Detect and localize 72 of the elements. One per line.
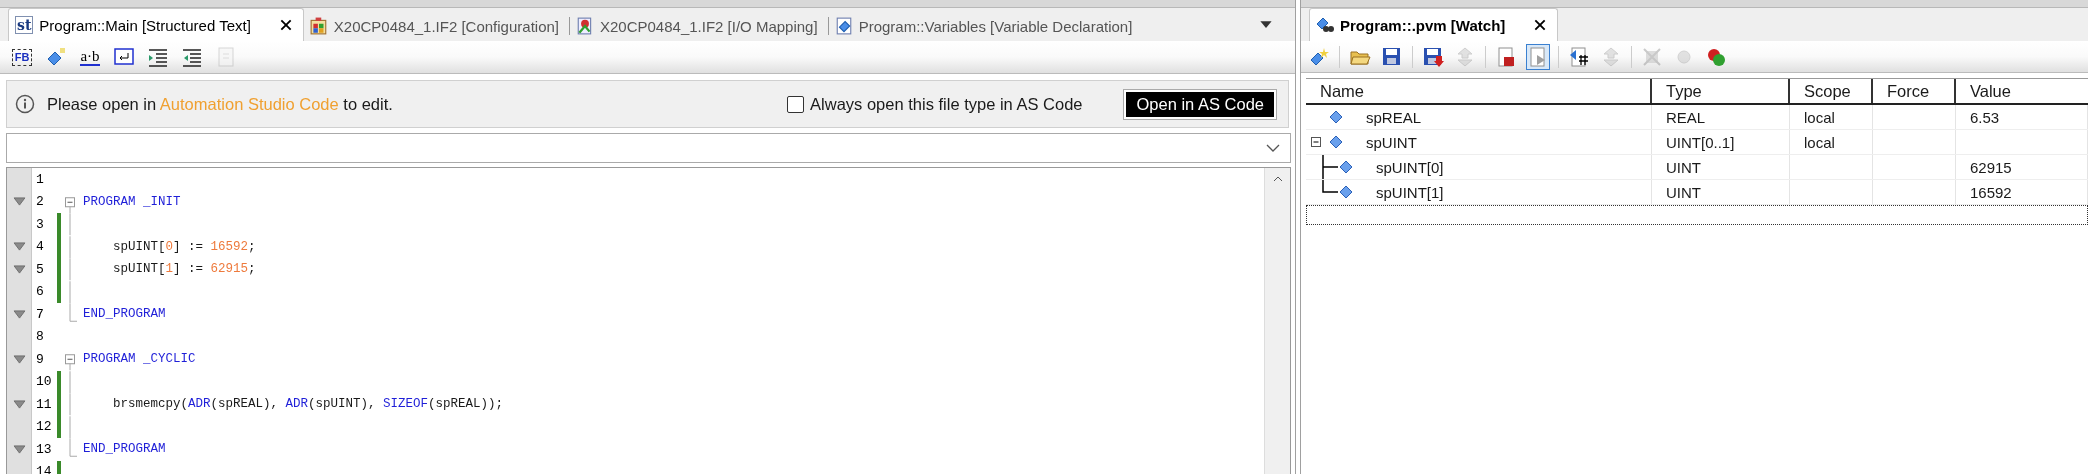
info-message: Please open in Automation Studio Code to edit.	[47, 94, 393, 114]
variable-name: spREAL	[1366, 108, 1422, 126]
watch-tab[interactable]: Program::.pvm [Watch]	[1309, 8, 1559, 41]
line-number: 6	[35, 284, 45, 300]
line-number: 11	[35, 396, 53, 412]
editor-tab[interactable]: X20CP0484_1.IF2 [Configuration]	[303, 11, 569, 41]
editor-tab[interactable]: X20CP0484_1.IF2 [I/O Mapping]	[570, 11, 828, 41]
code-line: spUINT[0] := 16592;	[112, 239, 256, 254]
variable-icon	[1328, 134, 1344, 150]
variable-name: spUINT	[1366, 133, 1417, 151]
open-button[interactable]: Open in AS Code	[1124, 89, 1276, 119]
scroll-up-icon[interactable]	[1272, 176, 1283, 182]
line-number: 9	[35, 351, 45, 367]
save-down-icon	[1422, 45, 1444, 68]
play-page-button[interactable]	[1526, 43, 1550, 70]
code-line: spUINT[1] := 62915;	[112, 262, 256, 277]
always-open-checkbox[interactable]: Always open this file type in AS Code	[787, 94, 1083, 114]
column-header[interactable]: Force	[1873, 79, 1956, 103]
value-cell: 16592	[1970, 183, 2012, 201]
scrollbar[interactable]	[1264, 168, 1290, 474]
line-number: 7	[35, 306, 45, 322]
close-icon[interactable]	[1533, 18, 1548, 32]
scope-cell: local	[1804, 108, 1835, 126]
line-number: 2	[35, 194, 45, 210]
structured-text-icon: st	[15, 16, 34, 34]
variable-icon	[834, 17, 853, 35]
refresh-icon	[1568, 45, 1590, 68]
code-line: PROGRAM _INIT	[83, 194, 181, 209]
line-number: 4	[35, 239, 45, 255]
column-header[interactable]: Scope	[1790, 79, 1873, 103]
code-line: END_PROGRAM	[83, 307, 166, 322]
line-number: 5	[35, 261, 45, 277]
stop-page-icon	[1495, 45, 1517, 68]
editor-tab[interactable]: st Program::Main [Structured Text]	[8, 8, 304, 41]
code-line: brsmemcpy(ADR(spREAL), ADR(spUINT), SIZEOF(spREAL));	[112, 397, 504, 412]
combo-field[interactable]	[6, 133, 1291, 163]
watch-icon	[1316, 16, 1334, 34]
variable-icon	[1338, 159, 1354, 175]
text-button[interactable]: a·b	[78, 44, 102, 70]
line-number: 12	[35, 419, 53, 435]
configuration-icon	[309, 17, 328, 35]
variable-name: spUINT[1]	[1376, 183, 1444, 201]
type-cell: REAL	[1666, 108, 1706, 126]
editor-tab[interactable]: Program::Variables [Variable Declaration]	[828, 11, 1143, 41]
code-line: PROGRAM _CYCLIC	[83, 352, 196, 367]
type-cell: UINT	[1666, 183, 1701, 201]
chevron-down-icon	[1266, 144, 1280, 152]
info-icon	[15, 94, 35, 114]
type-cell: UINT[0..1]	[1666, 133, 1735, 151]
line-number: 8	[35, 329, 45, 345]
variable-name: spUINT[0]	[1376, 158, 1444, 176]
mapping-icon	[576, 17, 594, 35]
value-cell: 6.53	[1970, 108, 2000, 126]
code-line: END_PROGRAM	[83, 442, 166, 457]
line-number: 3	[35, 216, 45, 232]
dropdown-icon[interactable]	[1259, 20, 1273, 29]
scope-cell: local	[1804, 133, 1835, 151]
variable-icon	[1328, 109, 1344, 125]
type-cell: UINT	[1666, 158, 1701, 176]
save-icon	[1381, 45, 1403, 68]
variable-icon	[1338, 184, 1354, 200]
close-icon[interactable]	[278, 18, 293, 32]
collapse-icon[interactable]	[1310, 136, 1322, 148]
column-header[interactable]: Type	[1652, 79, 1790, 103]
cross-icon	[1641, 45, 1663, 68]
line-number: 13	[35, 441, 53, 457]
column-header[interactable]: Value	[1956, 79, 2088, 103]
line-number: 1	[35, 171, 45, 187]
value-cell: 62915	[1970, 158, 2012, 176]
column-header[interactable]: Name	[1306, 79, 1652, 103]
line-number: 10	[35, 374, 53, 390]
empty-row[interactable]	[1306, 205, 2088, 225]
